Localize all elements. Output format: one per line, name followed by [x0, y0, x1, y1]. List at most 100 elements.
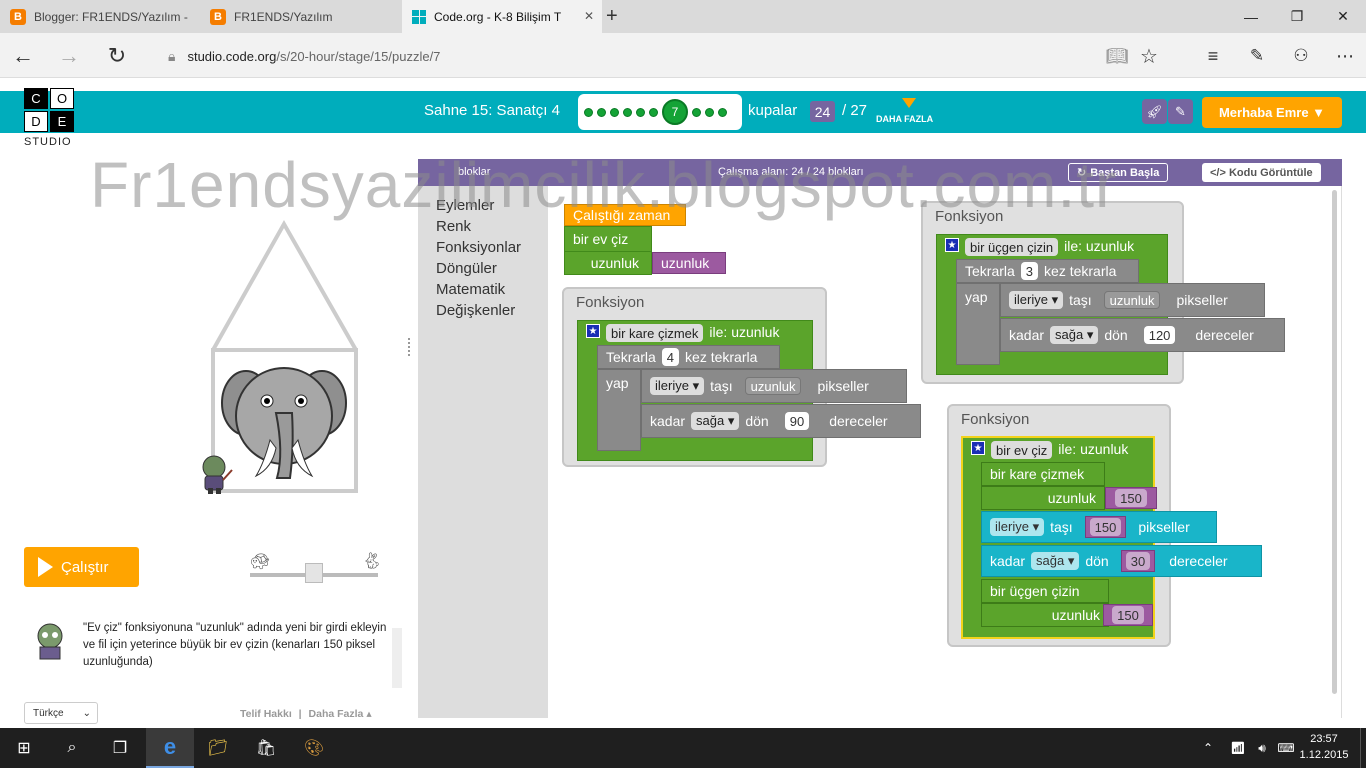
turn-direction-dropdown[interactable]: sağa ▾: [691, 412, 740, 430]
close-tab-icon[interactable]: ✕: [584, 9, 594, 23]
uzunluk-variable-block[interactable]: uzunluk: [652, 252, 726, 274]
category-functions[interactable]: Fonksiyonlar: [436, 237, 521, 258]
call-triangle-block[interactable]: bir üçgen çizin: [981, 579, 1109, 603]
web-note-icon[interactable]: ✎: [1240, 39, 1274, 73]
square-length-arg[interactable]: 150: [1105, 487, 1157, 509]
repeat-count-field[interactable]: 3: [1020, 262, 1039, 280]
pencil-icon[interactable]: ✎: [1168, 99, 1193, 124]
category-variables[interactable]: Değişkenler: [436, 300, 521, 321]
restore-icon[interactable]: ❐: [1274, 0, 1320, 33]
language-select[interactable]: Türkçe ⌄: [24, 702, 98, 724]
show-desktop-button[interactable]: [1360, 728, 1366, 768]
angle-field[interactable]: 90: [784, 412, 810, 430]
turn-direction-dropdown[interactable]: sağa ▾: [1031, 552, 1080, 570]
task-view-icon[interactable]: ❐: [96, 728, 144, 768]
turn-block-colored[interactable]: kadar sağa ▾ dön 30 dereceler: [981, 545, 1262, 577]
search-icon[interactable]: ⌕: [48, 728, 96, 768]
more-footer-link[interactable]: Daha Fazla ▴: [309, 708, 372, 720]
system-clock[interactable]: 23:57 1.12.2015: [1298, 731, 1350, 763]
tray-chevron-up-icon[interactable]: ⌃: [1196, 728, 1220, 768]
more-arrow-icon[interactable]: [902, 98, 916, 108]
copyright-link[interactable]: Telif Hakkı: [240, 708, 292, 720]
network-icon[interactable]: 📶︎: [1226, 728, 1250, 768]
footer-links: Telif Hakkı | Daha Fazla ▴: [240, 708, 372, 720]
edge-browser-icon[interactable]: e: [146, 728, 194, 768]
volume-icon[interactable]: 🔊︎: [1250, 728, 1274, 768]
number-field[interactable]: 30: [1125, 552, 1151, 570]
number-field[interactable]: 150: [1089, 518, 1122, 536]
more-icon[interactable]: ⋯: [1328, 39, 1362, 73]
puzzle-dot[interactable]: [692, 107, 701, 117]
url-field[interactable]: 🔒︎ studio.code.org/s/20-hour/stage/15/pu…: [162, 41, 1092, 71]
favorite-star-icon[interactable]: ☆: [1132, 39, 1166, 73]
move-block[interactable]: ileriye ▾ taşı uzunluk pikseller: [1000, 283, 1265, 317]
new-tab-icon[interactable]: +: [606, 5, 618, 28]
call-square-block[interactable]: bir kare çizmek: [981, 462, 1105, 486]
puzzle-dot[interactable]: [705, 107, 714, 117]
direction-dropdown[interactable]: ileriye ▾: [1009, 291, 1064, 309]
show-code-button[interactable]: </> Kodu Görüntüle: [1202, 163, 1321, 182]
turn-label: kadar: [650, 413, 686, 429]
rocket-icon[interactable]: 🚀︎: [1142, 99, 1167, 124]
puzzle-dot[interactable]: [610, 107, 619, 117]
uzunluk-arg[interactable]: uzunluk: [1103, 291, 1161, 309]
reading-view-icon[interactable]: 📖︎: [1100, 39, 1134, 73]
direction-dropdown[interactable]: ileriye ▾: [990, 518, 1045, 536]
function-name-field[interactable]: bir kare çizmek: [606, 324, 704, 342]
move-block-colored[interactable]: ileriye ▾ taşı 150 pikseller: [981, 511, 1217, 543]
codestudio-logo[interactable]: C O D E STUDIO: [24, 88, 78, 152]
puzzle-dot[interactable]: [649, 107, 658, 117]
file-explorer-icon[interactable]: 📁︎: [194, 728, 242, 768]
more-link[interactable]: DAHA FAZLA: [876, 114, 933, 124]
uzunluk-arg[interactable]: uzunluk: [744, 377, 802, 395]
puzzle-dot[interactable]: [623, 107, 632, 117]
tab-friends[interactable]: B FR1ENDS/Yazılım: [200, 0, 400, 33]
windows-start-icon[interactable]: ⊞: [0, 728, 48, 768]
function-name-field[interactable]: bir ev çiz: [991, 441, 1053, 459]
keyboard-icon[interactable]: ⌨︎: [1274, 728, 1298, 768]
hub-icon[interactable]: ≡: [1196, 39, 1230, 73]
repeat-count-field[interactable]: 4: [661, 348, 680, 366]
repeat-block[interactable]: Tekrarla 3 kez tekrarla: [956, 259, 1139, 283]
close-window-icon[interactable]: ✕: [1320, 0, 1366, 33]
number-field[interactable]: 150: [1115, 489, 1147, 507]
triangle-length-arg[interactable]: 150: [1103, 604, 1153, 626]
back-icon[interactable]: ←: [6, 39, 40, 73]
move-block[interactable]: ileriye ▾ taşı uzunluk pikseller: [641, 369, 907, 403]
angle-field[interactable]: 120: [1143, 326, 1176, 344]
puzzle-dot[interactable]: [718, 107, 727, 117]
tab-blogger[interactable]: B Blogger: FR1ENDS/Yazılım -: [0, 0, 198, 33]
function-name-field[interactable]: bir üçgen çizin: [965, 238, 1059, 256]
number-field[interactable]: 150: [1112, 606, 1144, 624]
direction-dropdown[interactable]: ileriye ▾: [650, 377, 705, 395]
unit-label: pikseller: [1176, 292, 1228, 308]
puzzle-dot[interactable]: [597, 107, 606, 117]
minimize-icon[interactable]: —: [1228, 0, 1274, 33]
tab-codeorg[interactable]: Code.org - K-8 Bilişim T ✕: [402, 0, 602, 33]
user-menu-button[interactable]: Merhaba Emre ▼: [1202, 97, 1342, 128]
refresh-icon[interactable]: ↻: [100, 39, 134, 73]
category-math[interactable]: Matematik: [436, 279, 521, 300]
paint-icon[interactable]: 🎨︎: [290, 728, 338, 768]
workspace-scrollbar[interactable]: [1332, 190, 1337, 694]
current-puzzle-dot[interactable]: 7: [662, 99, 688, 125]
watermark: Fr1endsyazilimcilik.blogspot.com.tr: [90, 149, 1118, 221]
turn-block[interactable]: kadar sağa ▾ dön 120 dereceler: [1000, 318, 1285, 352]
share-icon[interactable]: ⚇: [1284, 39, 1318, 73]
forward-icon[interactable]: →: [52, 39, 86, 73]
turn-direction-dropdown[interactable]: sağa ▾: [1050, 326, 1099, 344]
puzzle-dot[interactable]: [584, 107, 593, 117]
call-house-block[interactable]: bir ev çiz: [564, 226, 652, 252]
instruction-scrollbar[interactable]: [392, 628, 402, 688]
run-button[interactable]: Çalıştır: [24, 547, 139, 587]
puzzle-progress: 7: [578, 94, 742, 130]
puzzle-dot[interactable]: [636, 107, 645, 117]
turn-block[interactable]: kadar sağa ▾ dön 90 dereceler: [641, 404, 921, 438]
params-label: ile: uzunluk: [1058, 441, 1129, 457]
resize-handle[interactable]: [408, 338, 412, 356]
store-icon[interactable]: 🛍︎: [242, 728, 290, 768]
category-loops[interactable]: Döngüler: [436, 258, 521, 279]
repeat-block[interactable]: Tekrarla 4 kez tekrarla: [597, 345, 780, 369]
artist-zombie-icon: [202, 455, 233, 494]
speed-slider-handle[interactable]: [305, 563, 323, 583]
